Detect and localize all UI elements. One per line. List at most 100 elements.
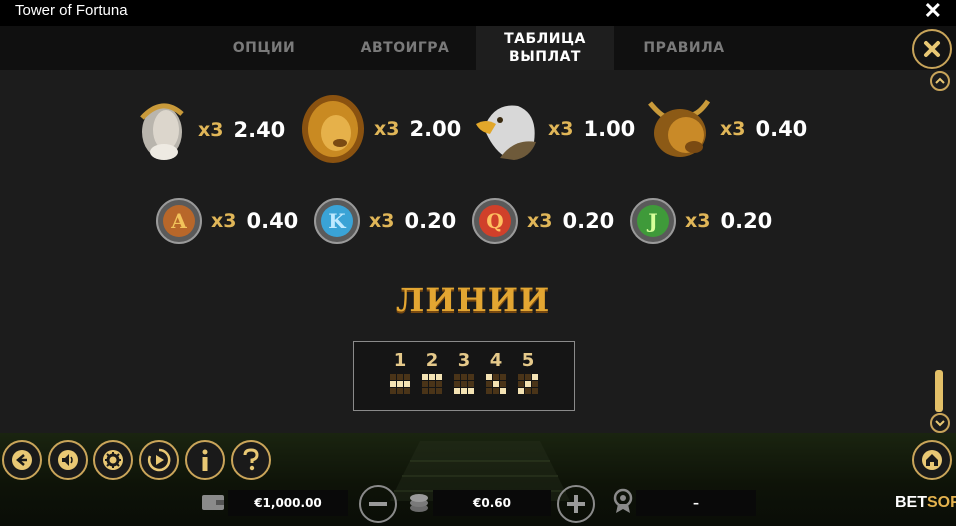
payline-cell [518,381,524,387]
payline-pattern [518,374,540,394]
lion-head-icon [302,95,364,163]
caesar-head-icon [140,103,184,160]
tab-paytable[interactable]: ТАБЛИЦА ВЫПЛАТ [476,26,614,70]
payline-cell [468,374,474,380]
increase-bet-button[interactable] [557,485,595,523]
award-icon [613,488,633,513]
home-button[interactable] [912,440,952,480]
gear-icon [103,450,123,470]
paytable-item-a: A x3 0.40 [155,197,298,245]
decrease-bet-button[interactable] [359,485,397,523]
title-bar: Tower of Fortuna ✕ [0,0,956,26]
payline-number: 2 [425,350,439,371]
window-close-button[interactable]: ✕ [924,0,942,24]
paylines-panel: 1 2 3 4 5 [353,341,575,411]
paytable-multiplier: x3 [548,118,574,140]
wallet-icon [202,495,224,510]
payline-pattern [422,374,444,394]
payline-cell [397,388,403,394]
tab-rules[interactable]: ПРАВИЛА [620,26,748,70]
payline-cell [422,388,428,394]
letter-k-icon: K [314,198,360,244]
payline-cell [390,374,396,380]
back-button[interactable] [2,440,42,480]
scroll-down-button[interactable] [930,413,950,433]
tab-autoplay[interactable]: АВТОИГРА [340,26,470,70]
paytable-payout: 2.00 [409,117,462,141]
payline-cell [468,388,474,394]
payline-cell [422,381,428,387]
paytable-item-k: K x3 0.20 [313,197,456,245]
paytable-multiplier: x3 [198,119,224,141]
home-icon [922,450,942,470]
close-menu-button[interactable] [912,29,952,69]
logo-soft: SOFT [927,494,956,511]
sound-button[interactable] [48,440,88,480]
svg-text:K: K [328,209,346,233]
paytable-payout: 2.40 [233,118,286,142]
logo-bet: BET [895,494,927,511]
payline-cell [461,381,467,387]
payline-cell [500,388,506,394]
window-title: Tower of Fortuna [15,2,128,19]
payline-cell [397,374,403,380]
lines-heading: ЛИНИИ [396,281,551,319]
settings-button[interactable] [93,440,133,480]
minus-icon [369,502,387,506]
balance-display: €1,000.00 [228,490,348,516]
info-button[interactable] [185,440,225,480]
autoplay-icon [147,448,171,472]
payline-cell [390,388,396,394]
tab-bar: ОПЦИИ АВТОИГРА ТАБЛИЦА ВЫПЛАТ ПРАВИЛА [0,26,956,70]
bull-head-icon [648,99,711,157]
eagle-head-icon [476,105,536,160]
paytable-multiplier: x3 [211,210,237,232]
payline-cell [429,388,435,394]
payline-cell [500,374,506,380]
payline-cell [454,388,460,394]
help-button[interactable] [231,440,271,480]
paytable-item-lion: x3 2.00 [300,93,461,165]
payline-cell [493,388,499,394]
paytable-payout: 0.20 [404,209,457,233]
payline-2: 2 [420,350,444,394]
payline-cell [532,381,538,387]
back-arrow-icon [12,450,32,470]
plus-icon [567,495,585,513]
scrollbar-track[interactable] [935,95,943,410]
autoplay-button[interactable] [139,440,179,480]
payline-cell [454,374,460,380]
paytable-multiplier: x3 [720,118,746,140]
payline-cell [429,381,435,387]
payline-cell [525,374,531,380]
payline-pattern [486,374,508,394]
letter-j-icon: J [630,198,676,244]
paytable-multiplier: x3 [374,118,400,140]
paytable-item-j: J x3 0.20 [629,197,772,245]
payline-cell [436,374,442,380]
payline-cell [493,381,499,387]
payline-number: 3 [457,350,471,371]
payline-cell [493,374,499,380]
payline-pattern [454,374,476,394]
payline-cell [525,388,531,394]
tab-options[interactable]: ОПЦИИ [214,26,314,70]
payline-cell [518,374,524,380]
payline-number: 5 [521,350,535,371]
tab-paytable-label: ТАБЛИЦА ВЫПЛАТ [504,31,586,65]
payline-cell [436,388,442,394]
payline-cell [461,388,467,394]
scroll-up-button[interactable] [930,71,950,91]
speaker-icon [58,450,78,470]
betsoft-logo: BETSOFT [895,494,956,512]
scrollbar-thumb[interactable] [935,370,943,412]
paytable-item-eagle: x3 1.00 [474,98,635,160]
payline-cell [404,381,410,387]
payline-3: 3 [452,350,476,394]
win-display: – [636,490,756,516]
letter-q-icon: Q [472,198,518,244]
paytable-payout: 1.00 [583,117,636,141]
paytable-item-bull: x3 0.40 [646,97,807,161]
payline-number: 1 [393,350,407,371]
close-icon [924,41,940,57]
